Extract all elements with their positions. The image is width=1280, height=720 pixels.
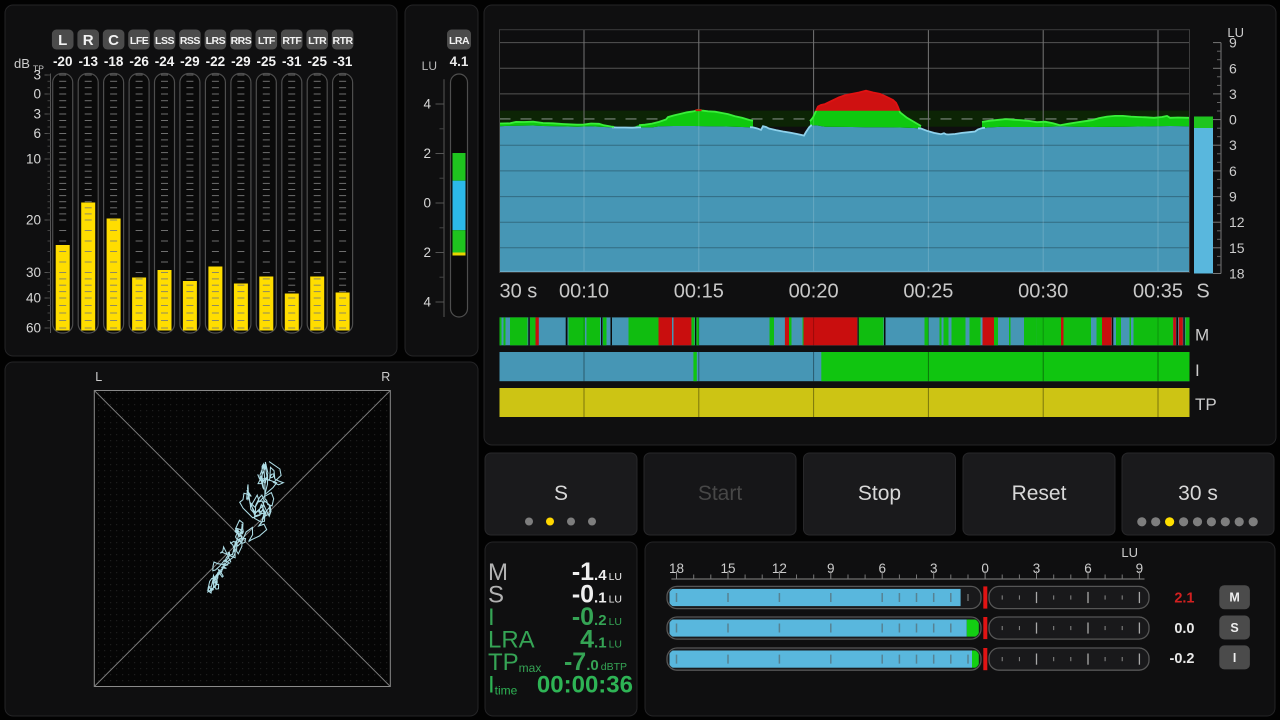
svg-text:6: 6 bbox=[33, 126, 41, 141]
svg-text:S: S bbox=[554, 482, 568, 505]
svg-text:0: 0 bbox=[1229, 112, 1237, 128]
svg-text:30 s: 30 s bbox=[500, 281, 538, 303]
svg-text:9: 9 bbox=[1229, 35, 1237, 51]
svg-text:-29: -29 bbox=[180, 54, 200, 69]
svg-text:-31: -31 bbox=[333, 54, 353, 69]
svg-text:L: L bbox=[95, 370, 102, 384]
svg-text:4: 4 bbox=[423, 97, 431, 112]
svg-text:LRS: LRS bbox=[206, 35, 226, 47]
svg-text:TP: TP bbox=[1195, 395, 1217, 414]
svg-text:3: 3 bbox=[33, 107, 41, 122]
svg-text:00:20: 00:20 bbox=[789, 281, 839, 303]
svg-text:3: 3 bbox=[33, 68, 41, 83]
svg-text:LTR: LTR bbox=[308, 35, 327, 47]
svg-text:4.1: 4.1 bbox=[450, 54, 469, 69]
svg-text:R: R bbox=[83, 32, 94, 49]
svg-text:2: 2 bbox=[423, 245, 431, 260]
svg-text:00:00:36: 00:00:36 bbox=[537, 672, 633, 699]
svg-text:30: 30 bbox=[26, 265, 41, 280]
svg-text:LSS: LSS bbox=[155, 35, 174, 47]
svg-text:2: 2 bbox=[423, 146, 431, 161]
svg-text:0: 0 bbox=[423, 196, 431, 211]
svg-text:00:35: 00:35 bbox=[1133, 281, 1183, 303]
svg-text:Stop: Stop bbox=[858, 482, 901, 505]
svg-text:-13: -13 bbox=[78, 54, 98, 69]
svg-text:15: 15 bbox=[1229, 240, 1245, 256]
svg-text:3: 3 bbox=[1229, 137, 1237, 153]
svg-text:RTR: RTR bbox=[333, 35, 354, 47]
svg-text:-26: -26 bbox=[129, 54, 149, 69]
svg-text:00:10: 00:10 bbox=[559, 281, 609, 303]
svg-text:M: M bbox=[1229, 591, 1239, 605]
svg-text:LFE: LFE bbox=[130, 35, 149, 47]
svg-text:RTF: RTF bbox=[282, 35, 302, 47]
svg-text:00:25: 00:25 bbox=[903, 281, 953, 303]
svg-text:LU: LU bbox=[422, 59, 437, 73]
svg-text:RSS: RSS bbox=[180, 35, 201, 47]
svg-text:00:15: 00:15 bbox=[674, 281, 724, 303]
svg-text:9: 9 bbox=[1229, 189, 1237, 205]
svg-text:2.1: 2.1 bbox=[1174, 591, 1194, 607]
svg-text:R: R bbox=[381, 370, 390, 384]
svg-text:Reset: Reset bbox=[1012, 482, 1067, 505]
svg-text:-31: -31 bbox=[282, 54, 302, 69]
svg-text:-22: -22 bbox=[206, 54, 226, 69]
svg-text:6: 6 bbox=[1229, 60, 1237, 76]
svg-text:C: C bbox=[108, 32, 119, 49]
svg-text:-24: -24 bbox=[155, 54, 175, 69]
svg-text:S: S bbox=[1230, 621, 1238, 635]
svg-text:-25: -25 bbox=[307, 54, 327, 69]
svg-text:3: 3 bbox=[1229, 86, 1237, 102]
svg-text:0.0: 0.0 bbox=[1174, 621, 1194, 637]
svg-text:18: 18 bbox=[1229, 266, 1245, 282]
svg-text:4: 4 bbox=[423, 295, 431, 310]
svg-text:40: 40 bbox=[26, 291, 41, 306]
svg-text:M: M bbox=[1195, 325, 1209, 344]
svg-text:RRS: RRS bbox=[231, 35, 252, 47]
svg-text:-0.2: -0.2 bbox=[1170, 651, 1195, 667]
svg-text:0: 0 bbox=[33, 87, 41, 102]
svg-text:12: 12 bbox=[1229, 214, 1245, 230]
svg-text:L: L bbox=[58, 32, 67, 49]
svg-text:-29: -29 bbox=[231, 54, 251, 69]
svg-text:-20: -20 bbox=[53, 54, 73, 69]
svg-text:LRA: LRA bbox=[449, 35, 470, 47]
svg-text:LU: LU bbox=[1121, 545, 1138, 560]
svg-text:60: 60 bbox=[26, 321, 41, 336]
svg-text:-25: -25 bbox=[257, 54, 277, 69]
svg-text:6: 6 bbox=[1229, 163, 1237, 179]
svg-text:10: 10 bbox=[26, 152, 41, 167]
svg-text:20: 20 bbox=[26, 213, 41, 228]
svg-text:-18: -18 bbox=[104, 54, 124, 69]
svg-text:LTF: LTF bbox=[258, 35, 276, 47]
svg-text:I: I bbox=[1233, 651, 1236, 665]
svg-text:30 s: 30 s bbox=[1178, 482, 1218, 505]
svg-text:00:30: 00:30 bbox=[1018, 281, 1068, 303]
svg-text:Start: Start bbox=[698, 482, 743, 505]
svg-text:S: S bbox=[1196, 281, 1209, 303]
svg-text:I: I bbox=[1195, 361, 1200, 380]
svg-text:dB: dB bbox=[14, 56, 30, 71]
